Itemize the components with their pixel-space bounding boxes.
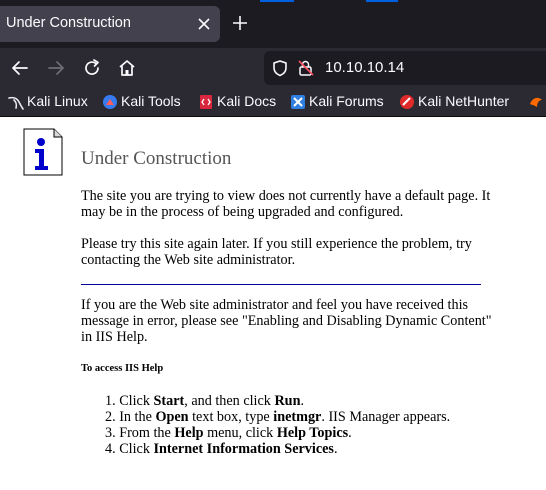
page-title: Under Construction [81,148,232,169]
help-step: 1. Click Start, and then click Run. [105,393,305,409]
bookmark-label: Kali NetHunter [418,93,510,109]
help-step: 3. From the Help menu, click Help Topics… [105,425,352,441]
active-tab[interactable]: Under Construction [0,6,220,42]
help-steps-list: 1. Click Start, and then click Run. 2. I… [105,393,450,457]
paragraph-admin-note: If you are the Web site administrator an… [81,297,492,345]
back-arrow-icon[interactable] [10,58,30,78]
help-step: 2. In the Open text box, type inetmgr. I… [105,409,451,425]
url-bar[interactable]: 10.10.10.14 [264,51,546,85]
reload-icon[interactable] [82,58,102,78]
bookmark-overflow-icon[interactable] [528,94,544,110]
kali-dragon-icon [8,96,24,110]
horizontal-divider [81,284,481,285]
bookmark-label: Kali Linux [27,93,88,109]
tab-accent-line [366,0,398,2]
new-tab-icon[interactable] [231,14,249,32]
url-text[interactable]: 10.10.10.14 [325,59,404,76]
close-tab-icon[interactable] [195,15,213,33]
page-content: Under Construction The site you are tryi… [0,117,546,490]
navigation-toolbar: 10.10.10.14 [0,48,546,88]
kali-nethunter-icon [400,95,414,109]
tab-accent-line [260,0,294,2]
tab-title: Under Construction [6,15,131,31]
kali-docs-icon [200,95,212,109]
info-icon [23,128,63,176]
shield-icon[interactable] [271,59,289,77]
bookmark-label: Kali Forums [309,93,384,109]
kali-forums-icon [291,95,305,109]
tab-bar: Under Construction [0,0,546,48]
help-step: 4. Click Internet Information Services. [105,441,338,457]
kali-tools-icon [103,95,117,109]
home-icon[interactable] [117,58,137,78]
bookmark-label: Kali Tools [121,93,181,109]
paragraph-try-later: Please try this site again later. If you… [81,236,472,268]
insecure-lock-icon[interactable] [297,59,315,77]
bookmark-label: Kali Docs [217,93,277,109]
forward-arrow-icon[interactable] [46,58,66,78]
help-subheading: To access IIS Help [81,363,164,374]
paragraph-default-page: The site you are trying to view does not… [81,188,491,220]
bookmarks-toolbar: Kali Linux Kali Tools Kali Docs Kali For… [0,88,546,117]
